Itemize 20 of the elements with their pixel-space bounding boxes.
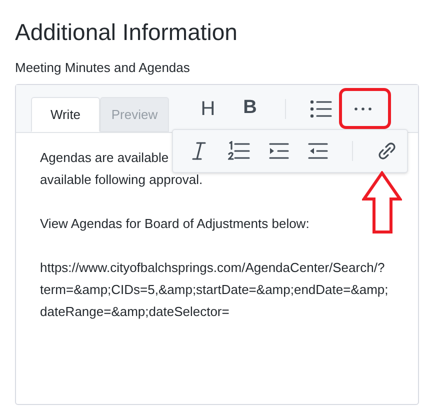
content-line: Agendas are available	[40, 149, 169, 167]
field-label: Meeting Minutes and Agendas	[15, 60, 191, 76]
italic-icon	[192, 142, 206, 160]
content-line: term=&amp;CIDs=5,&amp;startDate=&amp;endDate=&amp;	[40, 281, 388, 299]
editor-tab[interactable]: Write	[31, 97, 100, 132]
content-line: available following approval.	[40, 171, 203, 189]
bullet-list-icon	[310, 100, 332, 118]
highlight-box	[339, 88, 391, 129]
content-line: https://www.cityofbalchsprings.com/AgendaCenter/Search/?	[40, 259, 385, 277]
link-icon	[378, 142, 396, 160]
indent-icon	[268, 143, 289, 159]
content-line: dateRange=&amp;dateSelector=	[40, 303, 230, 321]
numbered-list-icon	[228, 141, 250, 161]
more-icon	[354, 106, 372, 110]
outdent-icon	[308, 143, 328, 159]
up-arrow-icon	[362, 171, 402, 234]
heading-button[interactable]: H	[187, 90, 229, 126]
content-line: View Agendas for Board of Adjustments below:	[40, 215, 310, 233]
bold-button[interactable]: B	[229, 90, 271, 126]
section-title: Additional Information	[15, 18, 238, 47]
